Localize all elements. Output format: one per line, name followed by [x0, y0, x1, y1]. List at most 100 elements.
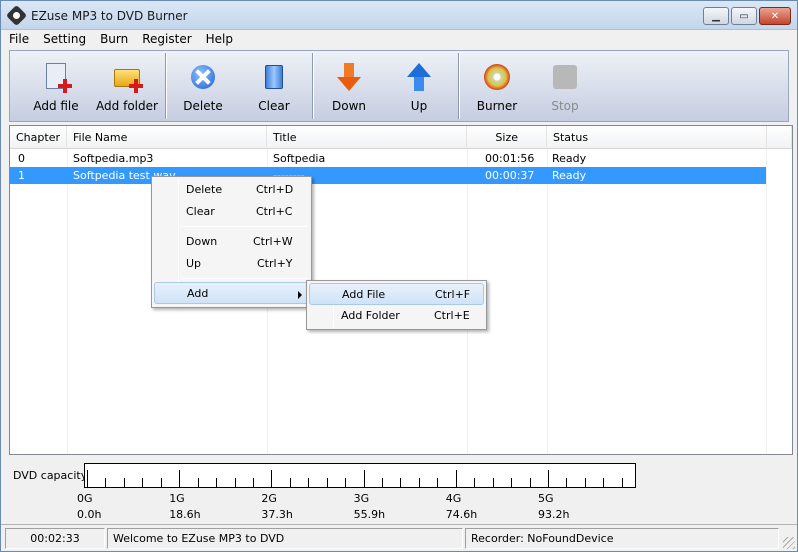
burner-button[interactable]: Burner	[462, 51, 532, 121]
column-header-filler	[767, 126, 792, 149]
capacity-gb-label: 5G	[538, 492, 554, 505]
dvd-capacity-panel: DVD capacity: 0G 1G 2G 3G 4G 5G 0.0h 18.6h 37.3…	[9, 457, 793, 521]
menu-burn[interactable]: Burn	[92, 30, 134, 49]
capacity-major-tick	[455, 470, 457, 487]
title-bar[interactable]: EZuse MP3 to DVD Burner ▁ ▭ ✕	[1, 1, 797, 30]
menu-separator	[182, 226, 307, 227]
capacity-minor-tick	[382, 478, 384, 487]
column-header-file-name[interactable]: File Name	[67, 126, 267, 149]
capacity-major-tick	[87, 470, 88, 487]
menu-file[interactable]: File	[1, 30, 35, 49]
status-bar: 00:02:33 Welcome to EZuse MP3 to DVD Rec…	[1, 524, 797, 551]
burner-label: Burner	[476, 99, 518, 113]
delete-icon	[187, 61, 219, 93]
capacity-minor-tick	[123, 478, 125, 487]
capacity-hour-label: 18.6h	[169, 508, 201, 521]
add-folder-icon	[111, 61, 143, 93]
resize-grip[interactable]	[783, 537, 795, 549]
menu-item-shortcut: Ctrl+E	[434, 309, 470, 322]
capacity-minor-tick	[529, 478, 531, 487]
status-message: Welcome to EZuse MP3 to DVD	[107, 528, 463, 549]
context-menu-item-clear[interactable]: Clear Ctrl+C	[154, 201, 309, 223]
capacity-minor-tick	[566, 478, 568, 487]
toolbar: Add file Add folder Delete Clear Down Up…	[9, 50, 789, 122]
capacity-major-tick	[179, 470, 181, 487]
capacity-minor-tick	[252, 478, 254, 487]
column-header-size[interactable]: Size	[467, 126, 547, 149]
capacity-hour-label: 0.0h	[77, 508, 102, 521]
cell-chapter: 1	[18, 169, 25, 182]
minimize-button[interactable]: ▁	[703, 7, 729, 25]
stop-icon	[549, 61, 581, 93]
down-label: Down	[331, 99, 366, 113]
cell-chapter: 0	[18, 152, 25, 165]
column-divider	[766, 149, 767, 454]
delete-label: Delete	[183, 99, 223, 113]
context-menu-item-down[interactable]: Down Ctrl+W	[154, 231, 309, 253]
capacity-gb-label: 0G	[77, 492, 93, 505]
add-file-icon	[40, 61, 72, 93]
menu-help[interactable]: Help	[198, 30, 239, 49]
capacity-minor-tick	[511, 478, 513, 487]
menu-register[interactable]: Register	[134, 30, 197, 49]
add-file-label: Add file	[33, 99, 79, 113]
stop-button[interactable]: Stop	[530, 51, 600, 121]
dvd-capacity-meter	[84, 463, 636, 488]
context-menu-item-delete[interactable]: Delete Ctrl+D	[154, 179, 309, 201]
up-button[interactable]: Up	[384, 51, 454, 121]
up-label: Up	[410, 99, 428, 113]
cell-size: 00:00:37	[485, 169, 535, 182]
cell-status: Ready	[552, 169, 587, 182]
list-header: Chapter File Name Title Size Status	[10, 126, 792, 149]
capacity-minor-tick	[603, 478, 605, 487]
submenu-item-add-folder[interactable]: Add Folder Ctrl+E	[309, 305, 484, 327]
capacity-minor-tick	[216, 478, 218, 487]
table-row[interactable]: 0 Softpedia.mp3 Softpedia 00:01:56 Ready	[10, 150, 766, 167]
column-divider	[547, 149, 548, 454]
capacity-gb-label: 4G	[445, 492, 462, 505]
clear-button[interactable]: Clear	[239, 51, 309, 121]
submenu-item-add-file[interactable]: Add File Ctrl+F	[309, 283, 484, 305]
capacity-minor-tick	[326, 478, 328, 487]
close-button[interactable]: ✕	[759, 7, 791, 25]
menu-item-label: Up	[186, 257, 202, 270]
add-folder-button[interactable]: Add folder	[92, 51, 162, 121]
column-header-chapter[interactable]: Chapter	[10, 126, 67, 149]
menu-separator	[182, 278, 307, 279]
burning-disc-icon	[481, 61, 513, 93]
down-button[interactable]: Down	[314, 51, 384, 121]
toolbar-separator	[458, 53, 460, 119]
column-header-status[interactable]: Status	[547, 126, 767, 149]
capacity-major-tick	[271, 470, 273, 487]
capacity-gb-label: 3G	[353, 492, 370, 505]
context-menu-item-add[interactable]: Add	[154, 282, 309, 304]
maximize-button[interactable]: ▭	[731, 7, 757, 25]
capacity-minor-tick	[492, 478, 494, 487]
context-menu-item-up[interactable]: Up Ctrl+Y	[154, 253, 309, 275]
cell-size: 00:01:56	[485, 152, 535, 165]
capacity-hour-label: 74.6h	[445, 508, 478, 521]
add-file-button[interactable]: Add file	[21, 51, 91, 121]
dvd-capacity-label: DVD capacity:	[13, 469, 91, 482]
capacity-minor-tick	[308, 478, 310, 487]
delete-button[interactable]: Delete	[168, 51, 238, 121]
cell-status: Ready	[552, 152, 587, 165]
capacity-minor-tick	[105, 478, 107, 487]
status-recorder: Recorder: NoFoundDevice	[465, 528, 779, 549]
menu-bar: File Setting Burn Register Help	[1, 30, 797, 49]
menu-item-label: Delete	[186, 183, 223, 196]
capacity-minor-tick	[584, 478, 586, 487]
menu-item-label: Add File	[342, 288, 386, 301]
capacity-minor-tick	[160, 478, 162, 487]
submenu-arrow-icon	[298, 291, 302, 299]
capacity-hour-label: 37.3h	[261, 508, 293, 521]
capacity-minor-tick	[418, 478, 420, 487]
capacity-minor-tick	[400, 478, 402, 487]
capacity-minor-tick	[197, 478, 199, 487]
table-row-selected[interactable]: 1 Softpedia test.wav -------- 00:00:37 R…	[10, 167, 766, 184]
menu-item-label: Clear	[186, 205, 215, 218]
menu-setting[interactable]: Setting	[35, 30, 92, 49]
capacity-minor-tick	[474, 478, 476, 487]
column-header-title[interactable]: Title	[267, 126, 467, 149]
menu-item-shortcut: Ctrl+C	[256, 205, 293, 218]
